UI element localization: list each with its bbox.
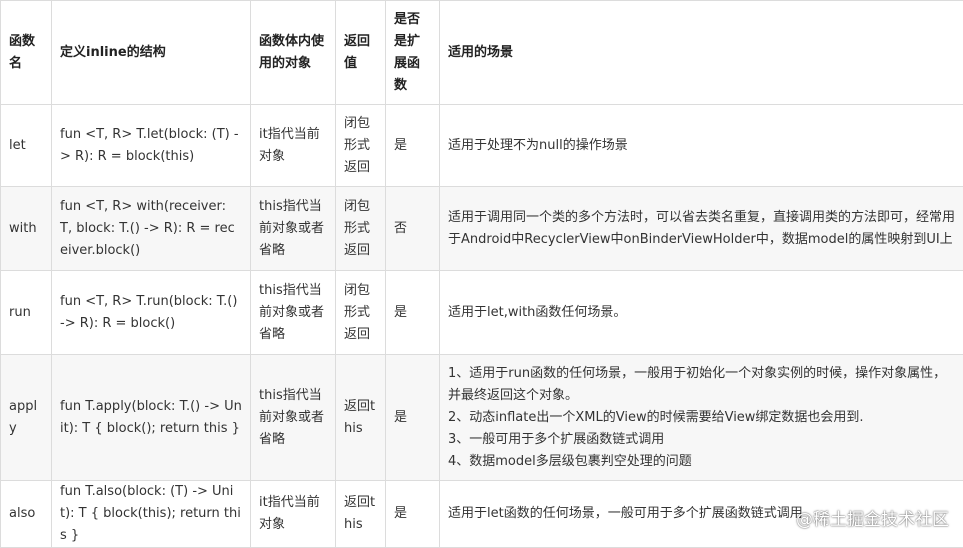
cell-definition: fun T.also(block: (T) -> Unit): T { bloc… — [52, 481, 251, 548]
cell-object: this指代当前对象或者省略 — [251, 271, 336, 355]
cell-scenario: 适用于调用同一个类的多个方法时，可以省去类名重复，直接调用类的方法即可，经常用于… — [440, 187, 963, 271]
watermark: @稀土掘金技术社区 — [796, 505, 949, 530]
header-use-case: 适用的场景 — [440, 1, 963, 105]
cell-return: 闭包形式返回 — [336, 187, 386, 271]
cell-definition: fun T.apply(block: T.() -> Unit): T { bl… — [52, 355, 251, 481]
cell-return: 闭包形式返回 — [336, 105, 386, 187]
scenario-line: 1、适用于run函数的任何场景，一般用于初始化一个对象实例的时候，操作对象属性，… — [448, 363, 955, 407]
cell-function-name: with — [1, 187, 52, 271]
scenario-line: 适用于let,with函数任何场景。 — [448, 302, 955, 324]
cell-definition: fun <T, R> T.let(block: (T) -> R): R = b… — [52, 105, 251, 187]
cell-scenario: 适用于let,with函数任何场景。 — [440, 271, 963, 355]
scenario-line: 适用于调用同一个类的多个方法时，可以省去类名重复，直接调用类的方法即可，经常用于… — [448, 207, 955, 251]
scenario-line: 适用于处理不为null的操作场景 — [448, 135, 955, 157]
cell-function-name: also — [1, 481, 52, 548]
cell-extension: 是 — [386, 481, 440, 548]
cell-function-name: apply — [1, 355, 52, 481]
cell-return: 闭包形式返回 — [336, 271, 386, 355]
header-return-value: 返回值 — [336, 1, 386, 105]
cell-extension: 是 — [386, 355, 440, 481]
cell-extension: 是 — [386, 271, 440, 355]
header-is-extension: 是否是扩展函数 — [386, 1, 440, 105]
cell-return: 返回this — [336, 481, 386, 548]
table-row: with fun <T, R> with(receiver: T, block:… — [1, 187, 963, 271]
cell-object: this指代当前对象或者省略 — [251, 187, 336, 271]
kotlin-scope-functions-table: 函数名 定义inline的结构 函数体内使用的对象 返回值 是否是扩展函数 适用… — [0, 0, 963, 548]
scenario-line: 3、一般可用于多个扩展函数链式调用 — [448, 429, 955, 451]
scenario-line: 2、动态inflate出一个XML的View的时候需要给View绑定数据也会用到… — [448, 407, 955, 429]
cell-definition: fun <T, R> T.run(block: T.() -> R): R = … — [52, 271, 251, 355]
header-inline-definition: 定义inline的结构 — [52, 1, 251, 105]
cell-extension: 否 — [386, 187, 440, 271]
cell-return: 返回this — [336, 355, 386, 481]
header-body-object: 函数体内使用的对象 — [251, 1, 336, 105]
table-row: apply fun T.apply(block: T.() -> Unit): … — [1, 355, 963, 481]
table-header-row: 函数名 定义inline的结构 函数体内使用的对象 返回值 是否是扩展函数 适用… — [1, 1, 963, 105]
scenario-line: 4、数据model多层级包裹判空处理的问题 — [448, 451, 955, 473]
cell-function-name: run — [1, 271, 52, 355]
cell-object: it指代当前对象 — [251, 105, 336, 187]
cell-extension: 是 — [386, 105, 440, 187]
cell-definition: fun <T, R> with(receiver: T, block: T.()… — [52, 187, 251, 271]
cell-object: this指代当前对象或者省略 — [251, 355, 336, 481]
table-row: run fun <T, R> T.run(block: T.() -> R): … — [1, 271, 963, 355]
cell-function-name: let — [1, 105, 52, 187]
cell-object: it指代当前对象 — [251, 481, 336, 548]
cell-scenario: 1、适用于run函数的任何场景，一般用于初始化一个对象实例的时候，操作对象属性，… — [440, 355, 963, 481]
header-function-name: 函数名 — [1, 1, 52, 105]
cell-scenario: 适用于处理不为null的操作场景 — [440, 105, 963, 187]
table-row: let fun <T, R> T.let(block: (T) -> R): R… — [1, 105, 963, 187]
